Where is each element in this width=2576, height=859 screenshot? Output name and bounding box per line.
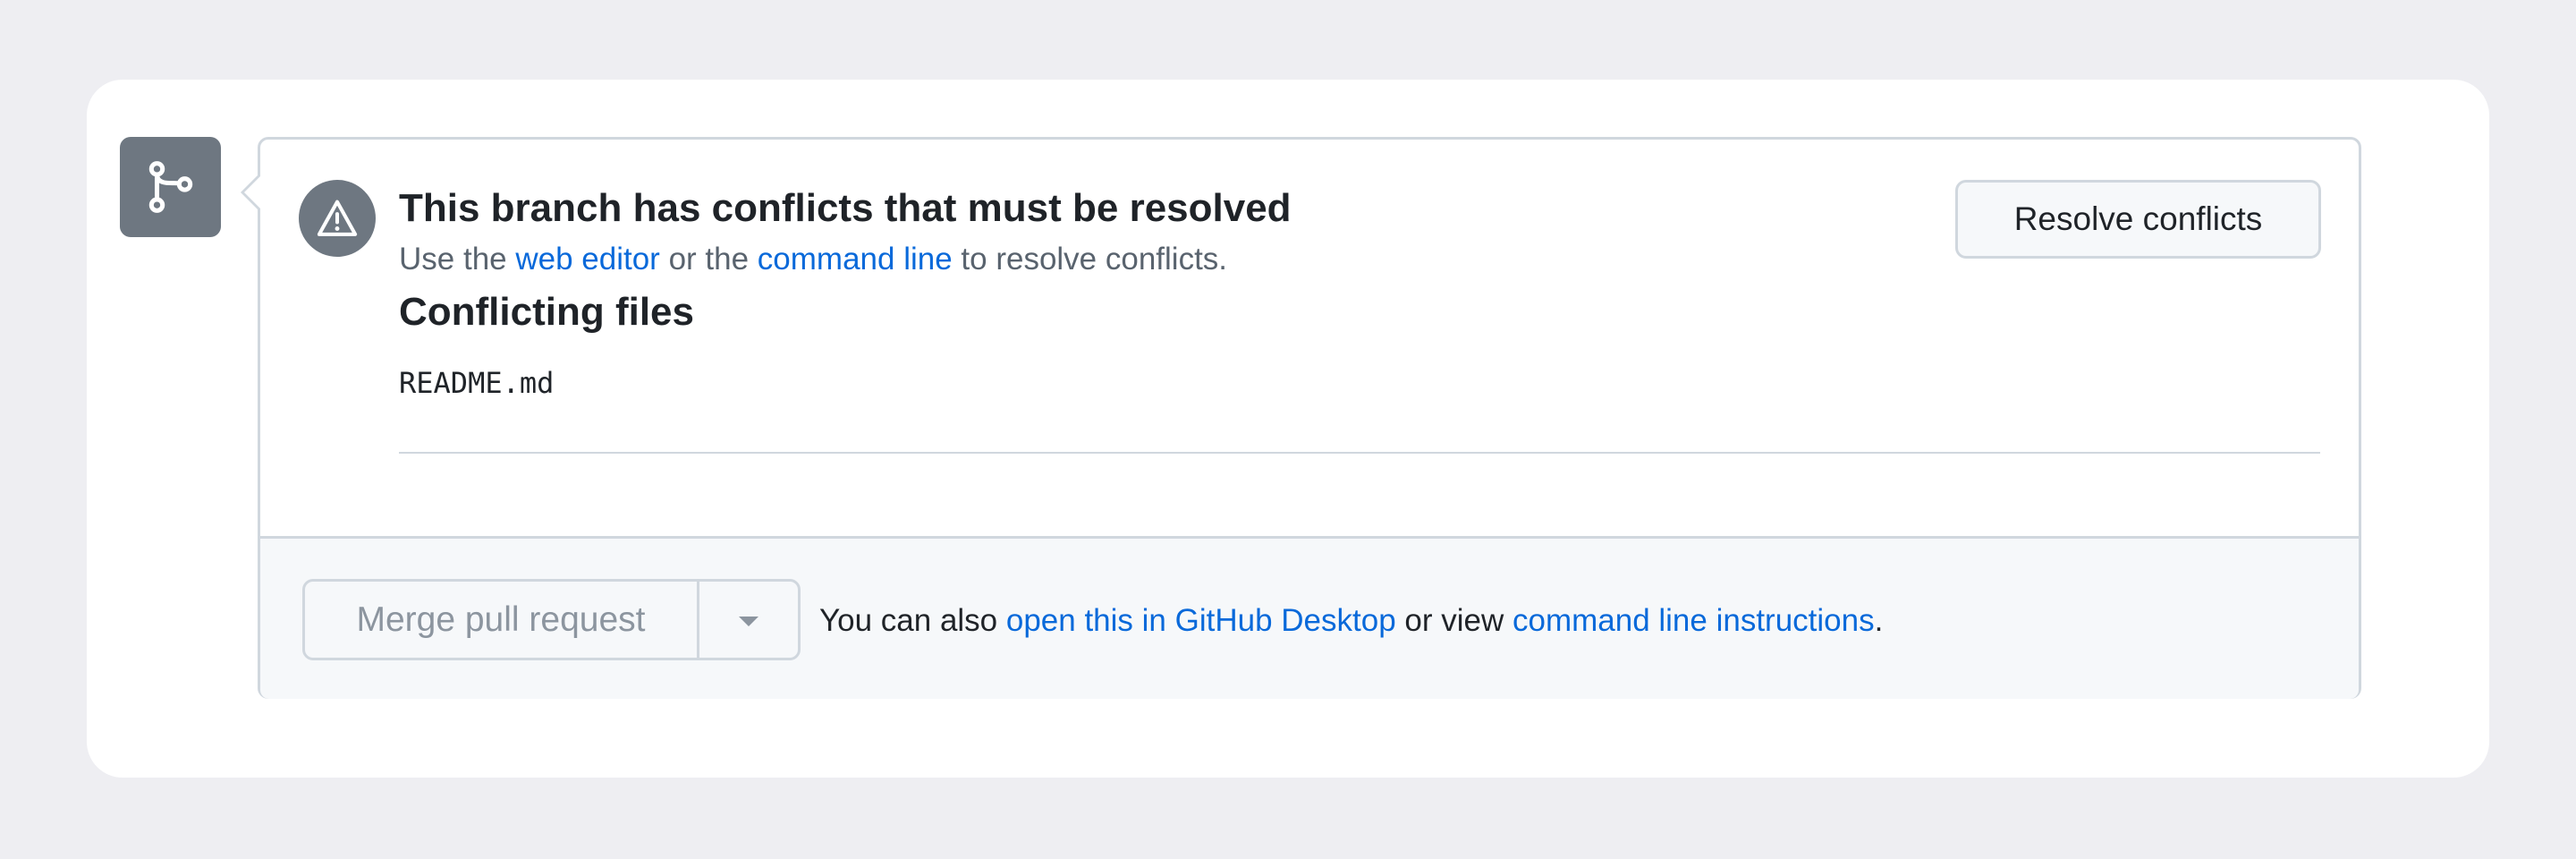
- merge-pull-request-button[interactable]: Merge pull request: [305, 582, 699, 658]
- conflict-panel: This branch has conflicts that must be r…: [241, 137, 2361, 699]
- conflicting-file-item: README.md: [399, 366, 555, 400]
- divider: [399, 452, 2320, 454]
- alert-icon: [299, 180, 376, 257]
- triangle-down-icon: [739, 617, 758, 626]
- resolve-conflicts-button[interactable]: Resolve conflicts: [1955, 180, 2321, 259]
- web-editor-link[interactable]: web editor: [515, 242, 659, 276]
- footer-help-text: You can also open this in GitHub Desktop…: [819, 603, 1883, 639]
- conflict-subtitle: Use the web editor or the command line t…: [399, 242, 1227, 277]
- subtitle-suffix: to resolve conflicts.: [952, 242, 1228, 276]
- github-desktop-link[interactable]: open this in GitHub Desktop: [1006, 603, 1396, 638]
- subtitle-prefix: Use the: [399, 242, 516, 276]
- merge-button-group: Merge pull request: [302, 579, 801, 660]
- command-line-link[interactable]: command line: [758, 242, 953, 276]
- conflicting-files-heading: Conflicting files: [399, 290, 694, 334]
- subtitle-middle: or the: [659, 242, 758, 276]
- command-line-instructions-link[interactable]: command line instructions: [1513, 603, 1875, 638]
- footer-text-middle: or view: [1395, 603, 1513, 638]
- footer-text-suffix: .: [1874, 603, 1884, 638]
- footer-text-prefix: You can also: [819, 603, 1006, 638]
- git-branch-icon: [120, 137, 221, 237]
- conflict-title: This branch has conflicts that must be r…: [399, 186, 1292, 230]
- merge-options-dropdown[interactable]: [699, 582, 798, 658]
- merge-footer: Merge pull request You can also open thi…: [260, 536, 2359, 699]
